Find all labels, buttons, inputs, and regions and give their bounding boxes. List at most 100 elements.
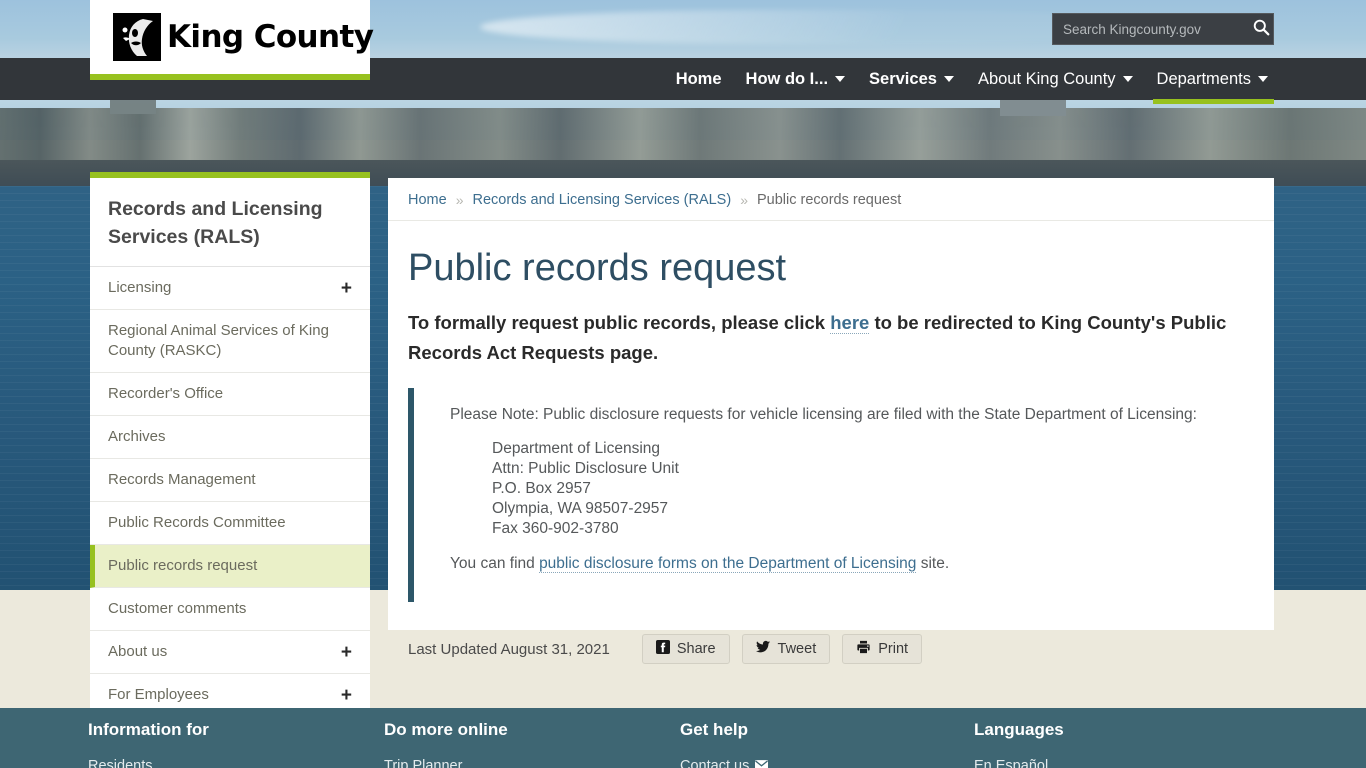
last-updated-text: Last Updated August 31, 2021 <box>408 640 610 658</box>
footer-column-do-more-online: Do more online Trip Planner <box>384 720 680 768</box>
footer-link-contact-us[interactable]: Contact us <box>680 756 769 768</box>
footer-column-heading: Get help <box>680 720 749 739</box>
sidebar-item-licensing[interactable]: Licensing + <box>90 267 370 310</box>
sidebar-item-label: Archives <box>108 428 166 445</box>
here-link[interactable]: here <box>830 311 870 334</box>
sidebar-item-label: Regional Animal Services of King County … <box>108 322 329 359</box>
sidebar-item-label: Public Records Committee <box>108 514 286 531</box>
twitter-icon <box>755 640 771 658</box>
site-footer: Information for Residents Do more online… <box>0 708 1366 768</box>
print-button[interactable]: Print <box>842 634 923 664</box>
footer-link-en-espanol[interactable]: En Español <box>974 756 1048 768</box>
address-line: P.O. Box 2957 <box>492 479 591 497</box>
tweet-button[interactable]: Tweet <box>741 634 831 664</box>
footer-column-languages: Languages En Español <box>974 720 1274 768</box>
footer-column-heading: Information for <box>88 720 209 739</box>
sidebar-item-label: Licensing <box>108 279 172 296</box>
expand-plus-icon[interactable]: + <box>341 279 352 298</box>
lead-text-before: To formally request public records, plea… <box>408 311 831 333</box>
sidebar-item-customer-comments[interactable]: Customer comments <box>90 588 370 631</box>
expand-plus-icon[interactable]: + <box>341 686 352 705</box>
nav-item-label: About King County <box>977 69 1116 88</box>
sidebar-item-label: Recorder's Office <box>108 385 224 402</box>
footer-column-get-help: Get help Contact us <box>680 720 974 768</box>
address-line: Attn: Public Disclosure Unit <box>492 459 679 477</box>
nav-item-label: Services <box>869 69 937 88</box>
breadcrumb-item-home[interactable]: Home <box>408 192 447 208</box>
find-text-before: You can find <box>450 554 540 572</box>
sidebar-item-label: Public records request <box>108 557 258 574</box>
site-search[interactable] <box>1052 13 1274 45</box>
breadcrumb-separator-icon: » <box>740 192 748 208</box>
search-icon <box>1253 19 1270 39</box>
logo-wordmark: King County <box>167 19 374 55</box>
envelope-icon <box>755 756 769 768</box>
nav-item-label: Departments <box>1156 69 1251 88</box>
lead-paragraph: To formally request public records, plea… <box>388 301 1274 378</box>
site-header: King County Home How do I... Services Ab… <box>0 0 1366 104</box>
site-logo[interactable]: King County <box>90 0 374 80</box>
breadcrumb-item-rals[interactable]: Records and Licensing Services (RALS) <box>472 192 731 208</box>
note-blockquote: Please Note: Public disclosure requests … <box>408 387 1254 602</box>
search-button[interactable] <box>1250 14 1273 44</box>
sidebar-item-label: Customer comments <box>108 600 247 617</box>
printer-icon <box>856 640 871 658</box>
sidebar-item-public-records-committee[interactable]: Public Records Committee <box>90 502 370 545</box>
sidebar-item-label: About us <box>108 643 168 660</box>
address-line: Fax 360-902-3780 <box>492 519 619 537</box>
nav-item-label: Home <box>675 69 722 88</box>
sidebar-item-recorders-office[interactable]: Recorder's Office <box>90 373 370 416</box>
footer-column-heading: Languages <box>974 720 1064 739</box>
nav-item-departments[interactable]: Departments <box>1145 58 1280 104</box>
address-line: Olympia, WA 98507-2957 <box>492 499 669 517</box>
sidebar-item-records-management[interactable]: Records Management <box>90 459 370 502</box>
chevron-down-icon <box>1258 76 1268 82</box>
sidebar-item-about-us[interactable]: About us + <box>90 631 370 674</box>
breadcrumb-separator-icon: » <box>455 192 464 208</box>
footer-link-label: En Español <box>974 758 1049 768</box>
sidebar-item-label: Records Management <box>108 471 256 488</box>
sidebar-title: Records and Licensing Services (RALS) <box>90 178 370 267</box>
breadcrumb: Home » Records and Licensing Services (R… <box>388 178 1274 221</box>
footer-link-residents[interactable]: Residents <box>88 756 152 768</box>
licensing-address-block: Department of Licensing Attn: Public Dis… <box>492 439 1254 539</box>
sidebar-item-public-records-request[interactable]: Public records request <box>90 545 370 588</box>
print-button-label: Print <box>878 641 909 657</box>
footer-column-information-for: Information for Residents <box>88 720 384 768</box>
public-disclosure-forms-link[interactable]: public disclosure forms on the Departmen… <box>539 554 917 573</box>
find-forms-paragraph: You can find public disclosure forms on … <box>450 553 1254 574</box>
address-line: Department of Licensing <box>492 439 661 457</box>
nav-item-services[interactable]: Services <box>857 58 966 100</box>
share-button[interactable]: Share <box>641 634 730 664</box>
footer-link-trip-planner[interactable]: Trip Planner <box>384 756 462 768</box>
king-county-face-logo-icon <box>113 13 161 61</box>
breadcrumb-item-current: Public records request <box>756 192 902 208</box>
find-text-after: site. <box>916 554 950 572</box>
chevron-down-icon <box>835 76 846 82</box>
nav-item-home[interactable]: Home <box>664 58 734 100</box>
share-button-label: Share <box>676 641 716 657</box>
footer-link-label: Contact us <box>680 758 750 768</box>
main-content-panel: Home » Records and Licensing Services (R… <box>388 178 1274 630</box>
nav-item-how-do-i[interactable]: How do I... <box>734 58 858 100</box>
chevron-down-icon <box>1122 76 1133 82</box>
facebook-icon <box>655 640 670 658</box>
chevron-down-icon <box>943 76 954 82</box>
sidebar-item-archives[interactable]: Archives <box>90 416 370 459</box>
sidebar-item-label: For Employees <box>108 686 209 703</box>
page-title: Public records request <box>408 247 787 289</box>
footer-link-label: Residents <box>88 758 153 768</box>
footer-link-label: Trip Planner <box>384 758 463 768</box>
expand-plus-icon[interactable]: + <box>341 643 352 662</box>
content-bottom-spacer <box>388 602 1274 630</box>
tweet-button-label: Tweet <box>777 641 817 657</box>
page-meta-row: Last Updated August 31, 2021 Share Tweet <box>388 634 1274 664</box>
footer-column-heading: Do more online <box>384 720 508 739</box>
search-input[interactable] <box>1053 21 1250 37</box>
note-intro-text: Please Note: Public disclosure requests … <box>450 405 1197 423</box>
nav-item-about-king-county[interactable]: About King County <box>966 58 1145 100</box>
main-navigation: Home How do I... Services About King Cou… <box>664 58 1280 104</box>
section-sidebar: Records and Licensing Services (RALS) Li… <box>90 172 370 727</box>
nav-item-label: How do I... <box>745 69 829 88</box>
sidebar-item-raskc[interactable]: Regional Animal Services of King County … <box>90 310 370 373</box>
